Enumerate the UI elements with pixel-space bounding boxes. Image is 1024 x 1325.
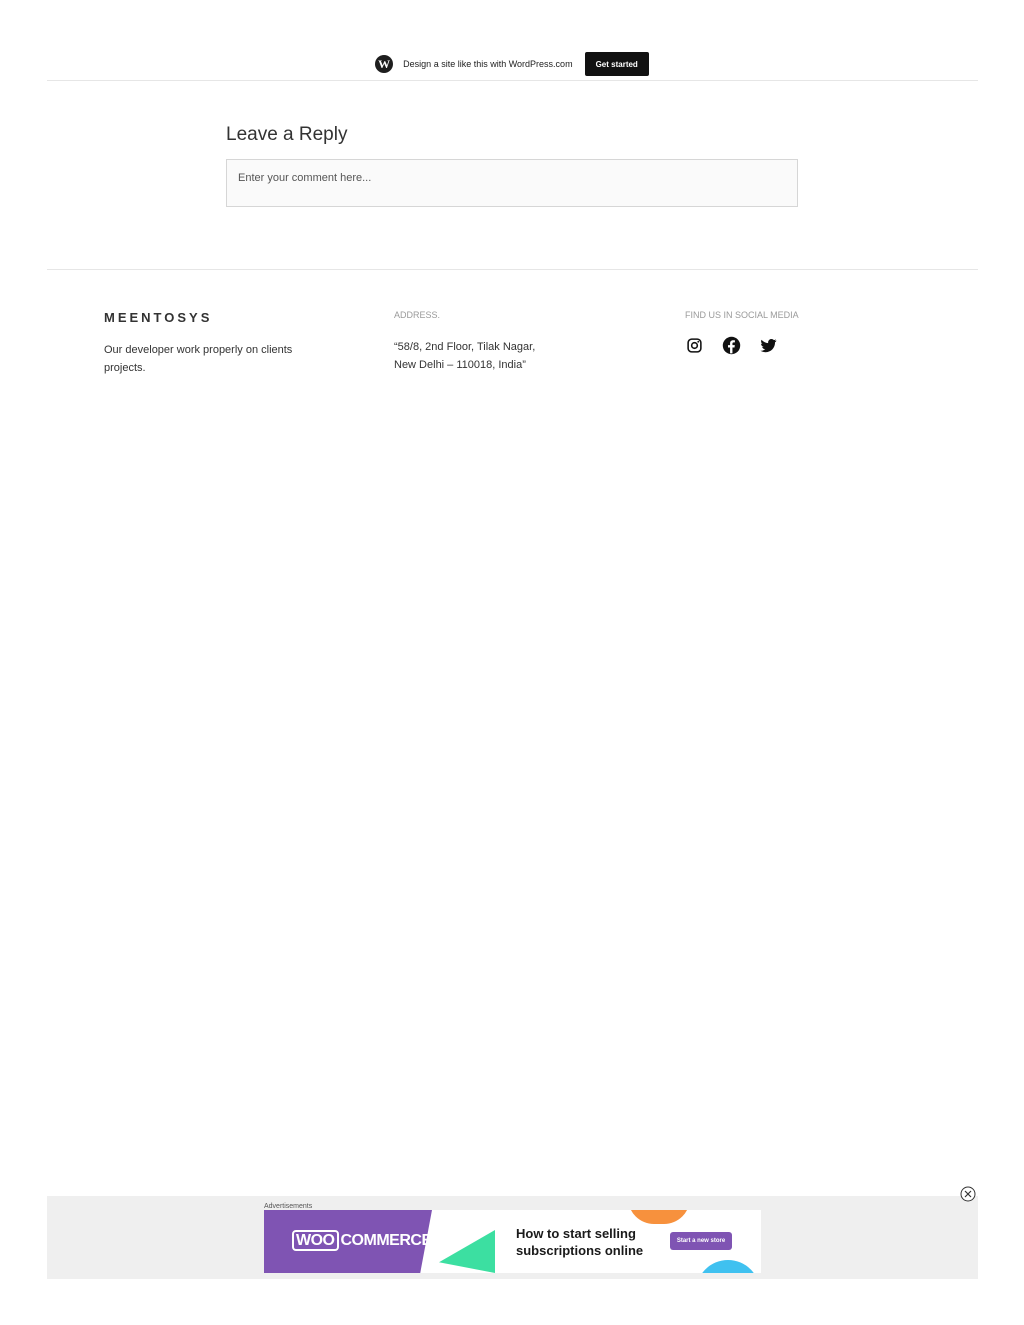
address-line-1: “58/8, 2nd Floor, Tilak Nagar, (394, 341, 536, 353)
footer-address-column: ADDRESS. “58/8, 2nd Floor, Tilak Nagar, … (394, 310, 535, 374)
footer-divider (47, 269, 978, 270)
social-heading: FIND US IN SOCIAL MEDIA (685, 310, 799, 320)
address-heading: ADDRESS. (394, 310, 441, 320)
facebook-icon[interactable] (722, 336, 741, 355)
orange-shape (628, 1210, 690, 1224)
advertisements-label: Advertisements (264, 1203, 313, 1210)
footer-social-column: FIND US IN SOCIAL MEDIA (685, 310, 799, 355)
green-shape (439, 1230, 495, 1273)
wordpress-banner: W Design a site like this with WordPress… (0, 50, 1024, 78)
site-description: Our developer work properly on clients p… (104, 344, 293, 374)
address-text: “58/8, 2nd Floor, Tilak Nagar, New Delhi… (394, 338, 535, 374)
top-divider (47, 80, 978, 81)
comment-input[interactable]: Enter your comment here... (226, 159, 798, 207)
leave-reply-title: Leave a Reply (226, 124, 348, 145)
get-started-button[interactable]: Get started (584, 52, 649, 76)
wordpress-banner-text[interactable]: Design a site like this with WordPress.c… (403, 59, 572, 69)
site-name[interactable]: MEENTOSYS (104, 310, 314, 325)
start-new-store-button[interactable]: Start a new store (670, 1232, 732, 1250)
wordpress-logo-icon[interactable]: W (375, 55, 394, 73)
woocommerce-ad[interactable]: WOO COMMERCE How to start selling subscri… (264, 1210, 761, 1273)
footer-brand-column: MEENTOSYS Our developer work properly on… (104, 310, 314, 377)
social-links (685, 336, 799, 355)
address-line-2: New Delhi – 110018, India” (394, 359, 526, 371)
instagram-icon[interactable] (685, 336, 704, 355)
woocommerce-logo: WOO COMMERCE (292, 1230, 432, 1251)
blue-shape (696, 1260, 760, 1273)
ad-headline: How to start selling subscriptions onlin… (516, 1226, 644, 1258)
twitter-icon[interactable] (759, 336, 778, 355)
close-ad-icon[interactable] (960, 1186, 976, 1202)
